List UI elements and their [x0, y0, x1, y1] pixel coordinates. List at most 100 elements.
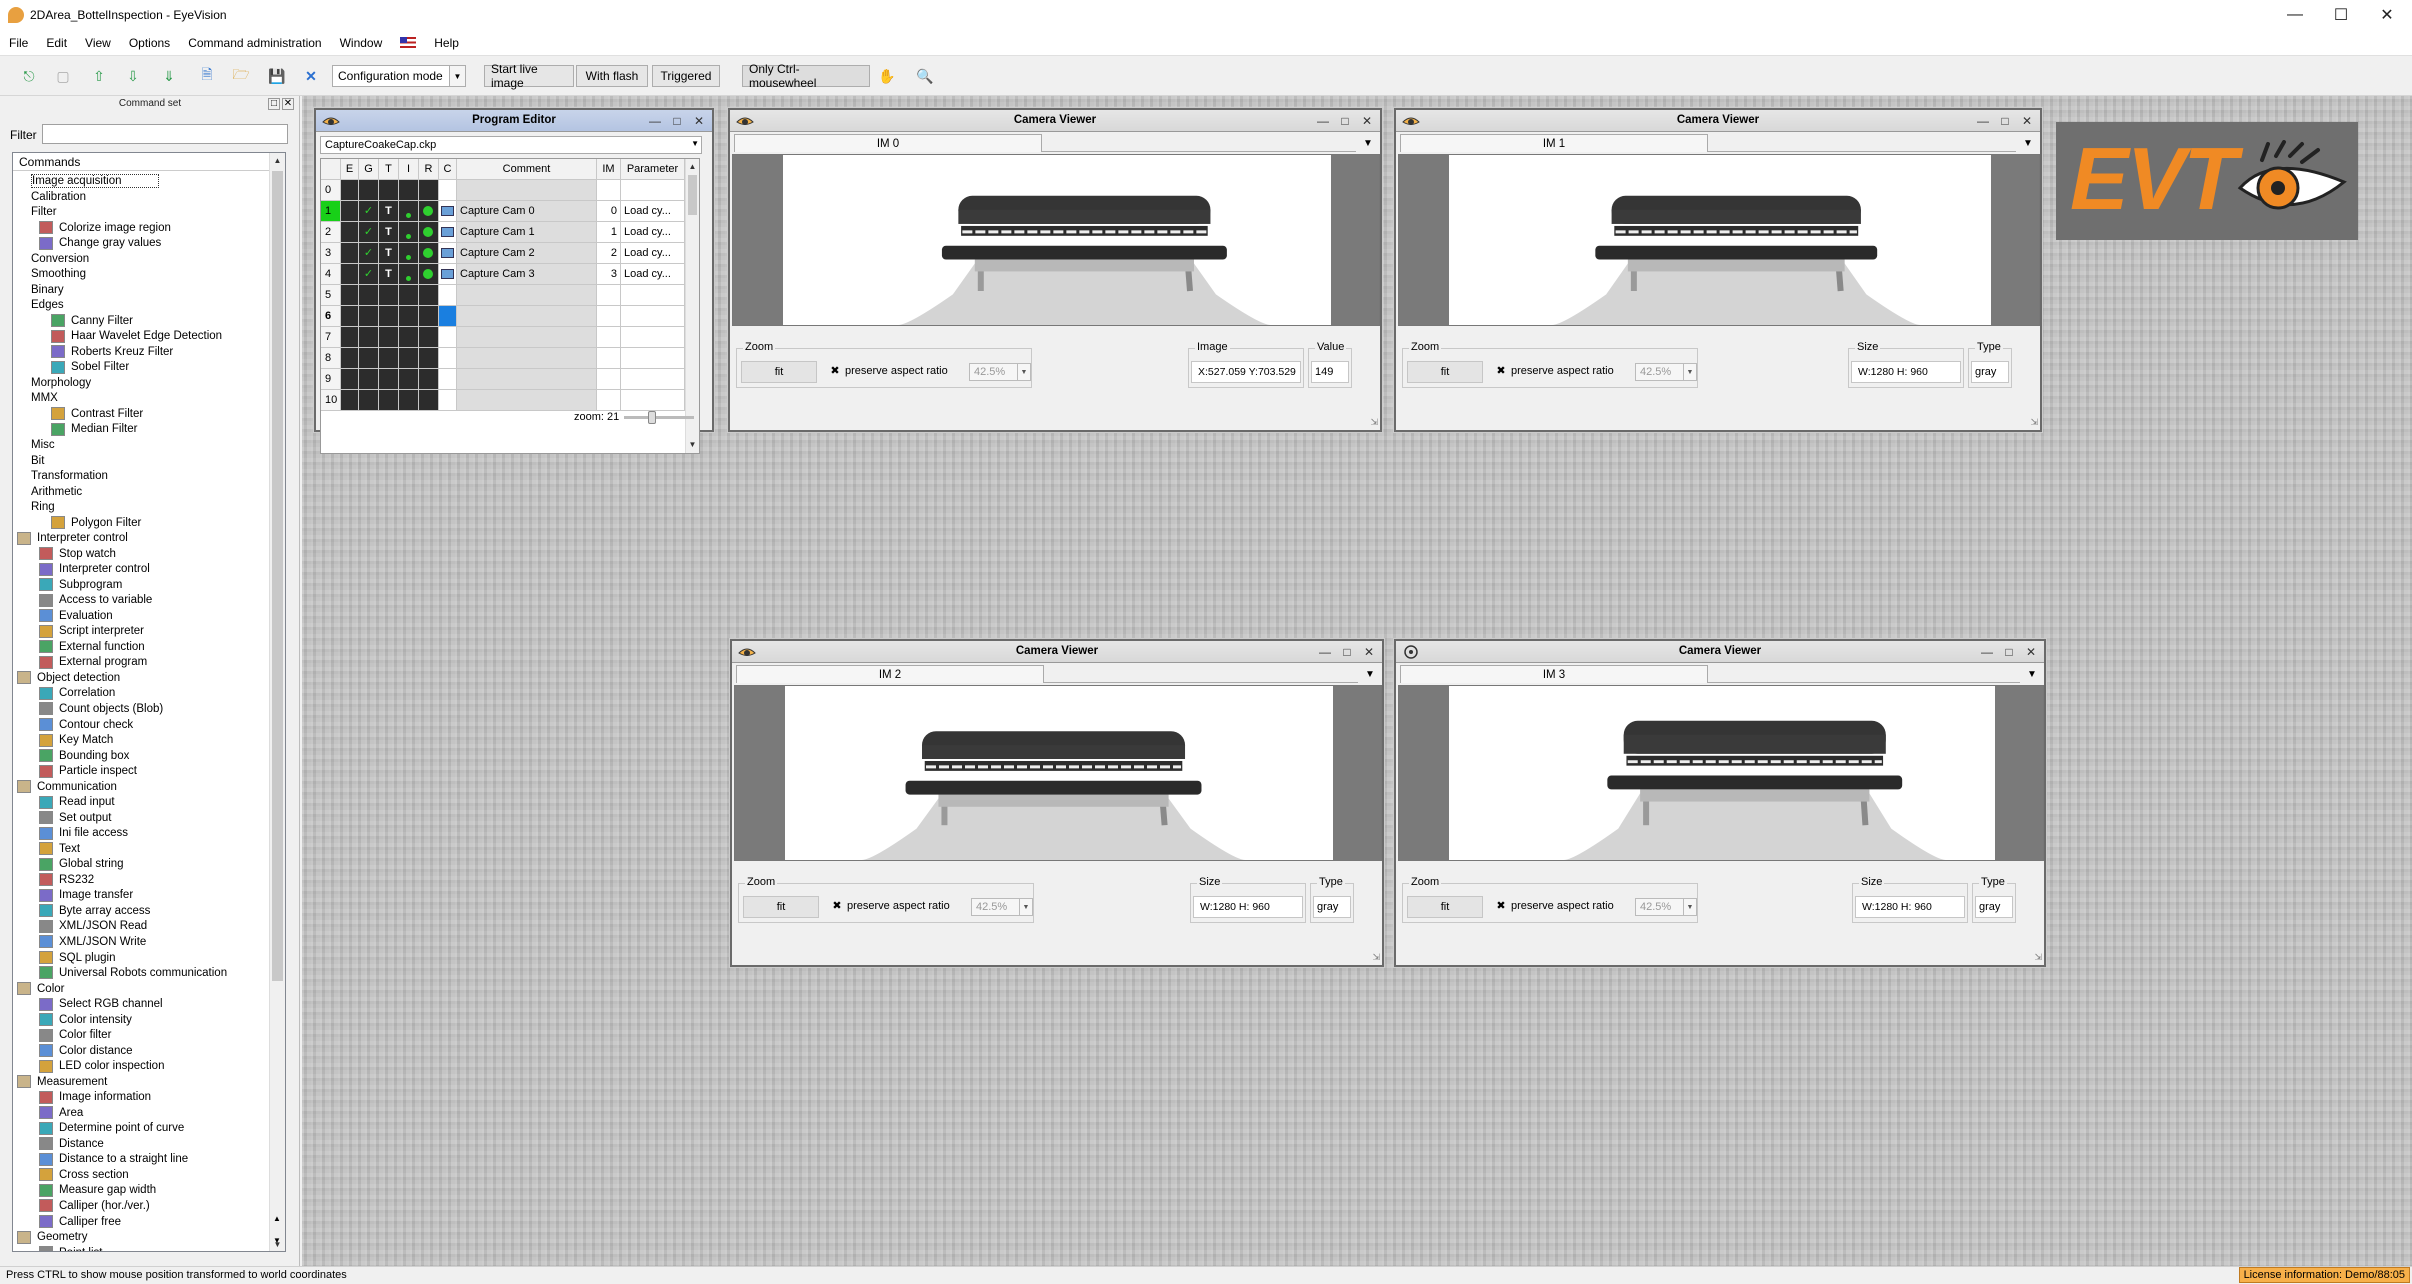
image-area[interactable] — [1398, 154, 2040, 326]
tree-item[interactable]: Binary — [29, 282, 64, 298]
row-number[interactable]: 10 — [321, 390, 341, 411]
flag-cell[interactable] — [379, 180, 399, 201]
tree-item[interactable]: Select RGB channel — [39, 996, 163, 1012]
insert-below-icon[interactable]: ⇩ — [122, 66, 144, 86]
parameter-cell[interactable]: Load cy... — [621, 222, 685, 243]
column-header[interactable]: Parameter — [621, 159, 685, 180]
command-tree[interactable]: Commands Image acquisition Calibration Fil… — [12, 152, 286, 1252]
tree-item[interactable]: XML/JSON Read — [39, 918, 147, 934]
image-canvas[interactable] — [785, 686, 1333, 860]
tree-item[interactable]: Ring — [29, 499, 55, 515]
flag-cell[interactable]: ✓ — [359, 243, 379, 264]
tree-item[interactable]: Subprogram — [39, 577, 122, 593]
checkbox-checked-icon[interactable]: ✖ — [1495, 900, 1507, 912]
minimize-icon[interactable]: — — [644, 112, 666, 129]
tree-item[interactable]: Measurement — [17, 1074, 107, 1090]
delete-icon[interactable]: ✕ — [300, 66, 322, 86]
float-icon[interactable]: □ — [268, 98, 280, 110]
flag-cell[interactable] — [419, 222, 439, 243]
move-down-icon[interactable]: ⇓ — [158, 66, 180, 86]
flag-cell[interactable] — [359, 285, 379, 306]
tree-item[interactable]: Arithmetic — [29, 484, 82, 500]
flag-cell[interactable] — [341, 285, 359, 306]
minimize-button[interactable]: — — [2272, 0, 2318, 30]
viewer-titlebar[interactable]: Camera Viewer — □ ✕ — [1396, 641, 2044, 663]
flag-cell[interactable] — [399, 243, 419, 264]
flag-cell[interactable] — [419, 180, 439, 201]
maximize-icon[interactable]: □ — [1336, 643, 1358, 660]
maximize-icon[interactable]: □ — [1334, 112, 1356, 129]
with-flash-button[interactable]: With flash — [576, 65, 648, 87]
minimize-icon[interactable]: — — [1976, 643, 1998, 660]
im-cell[interactable]: 2 — [597, 243, 621, 264]
row-number[interactable]: 5 — [321, 285, 341, 306]
tree-item[interactable]: XML/JSON Write — [39, 934, 146, 950]
flag-cell[interactable] — [399, 201, 419, 222]
flag-cell[interactable] — [341, 327, 359, 348]
zoom-percent-select[interactable]: 42.5% ▼ — [1635, 363, 1697, 381]
scroll-thumb[interactable] — [272, 171, 283, 981]
flag-cell[interactable]: ✓ — [359, 264, 379, 285]
camera-icon-cell[interactable] — [439, 201, 457, 222]
tree-item[interactable]: Bit — [29, 453, 44, 469]
fit-button[interactable]: fit — [1407, 361, 1483, 383]
tree-item[interactable]: Determine point of curve — [39, 1120, 184, 1136]
tree-item[interactable]: External function — [39, 639, 145, 655]
close-icon[interactable]: ✕ — [2020, 643, 2042, 660]
column-header[interactable] — [321, 159, 341, 180]
minimize-icon[interactable]: — — [1312, 112, 1334, 129]
tree-item[interactable]: Calibration — [29, 189, 86, 205]
flag-cell[interactable] — [341, 201, 359, 222]
tree-item[interactable]: Roberts Kreuz Filter — [51, 344, 173, 360]
resize-grip-icon[interactable]: ⇲ — [2034, 952, 2042, 963]
image-area[interactable] — [1398, 685, 2044, 861]
camera-icon-cell[interactable] — [439, 222, 457, 243]
filter-input[interactable] — [42, 124, 288, 144]
tree-item[interactable]: Particle inspect — [39, 763, 137, 779]
close-panel-icon[interactable]: ✕ — [282, 98, 294, 110]
tree-item[interactable]: Change gray values — [39, 235, 161, 251]
im-cell[interactable] — [597, 180, 621, 201]
flag-cell[interactable] — [419, 327, 439, 348]
tree-item[interactable]: Canny Filter — [51, 313, 133, 329]
minimize-icon[interactable]: — — [1972, 112, 1994, 129]
new-file-icon[interactable]: 🗎 — [196, 66, 218, 86]
bottle-image[interactable] — [1449, 686, 1995, 860]
scroll-down-icon[interactable]: ▼ — [686, 437, 699, 452]
start-live-image-button[interactable]: Start live image — [484, 62, 574, 90]
row-number[interactable]: 4 — [321, 264, 341, 285]
parameter-cell[interactable]: Load cy... — [621, 264, 685, 285]
bottle-image[interactable] — [783, 155, 1331, 325]
column-header[interactable]: Comment — [457, 159, 597, 180]
row-number[interactable]: 2 — [321, 222, 341, 243]
flag-cell[interactable]: ✓ — [359, 222, 379, 243]
resize-grip-icon[interactable]: ⇲ — [1370, 417, 1378, 428]
comment-cell[interactable]: Capture Cam 1 — [457, 222, 597, 243]
flag-cell[interactable] — [399, 306, 419, 327]
im-cell[interactable]: 1 — [597, 222, 621, 243]
im-cell[interactable]: 0 — [597, 201, 621, 222]
tree-item[interactable]: Evaluation — [39, 608, 113, 624]
fit-button[interactable]: fit — [1407, 896, 1483, 918]
flag-cell[interactable] — [379, 327, 399, 348]
tree-item[interactable]: MMX — [29, 390, 58, 406]
flag-cell[interactable] — [419, 369, 439, 390]
tree-item[interactable]: Distance — [39, 1136, 104, 1152]
tree-item[interactable]: SQL plugin — [39, 950, 115, 966]
flag-cell[interactable] — [399, 222, 419, 243]
flag-cell[interactable] — [419, 264, 439, 285]
parameter-cell[interactable] — [621, 306, 685, 327]
tree-item[interactable]: Calliper free — [39, 1214, 121, 1230]
comment-cell[interactable]: Capture Cam 3 — [457, 264, 597, 285]
row-number[interactable]: 7 — [321, 327, 341, 348]
tree-item[interactable]: Ini file access — [39, 825, 128, 841]
camera-icon-cell[interactable] — [439, 264, 457, 285]
column-header[interactable]: E — [341, 159, 359, 180]
column-header[interactable]: G — [359, 159, 379, 180]
tree-item[interactable]: Count objects (Blob) — [39, 701, 163, 717]
tree-item[interactable]: Misc — [29, 437, 55, 453]
row-number[interactable]: 1 — [321, 201, 341, 222]
camera-icon-cell[interactable] — [439, 369, 457, 390]
flag-cell[interactable] — [399, 264, 419, 285]
menu-file[interactable]: File — [0, 36, 37, 50]
